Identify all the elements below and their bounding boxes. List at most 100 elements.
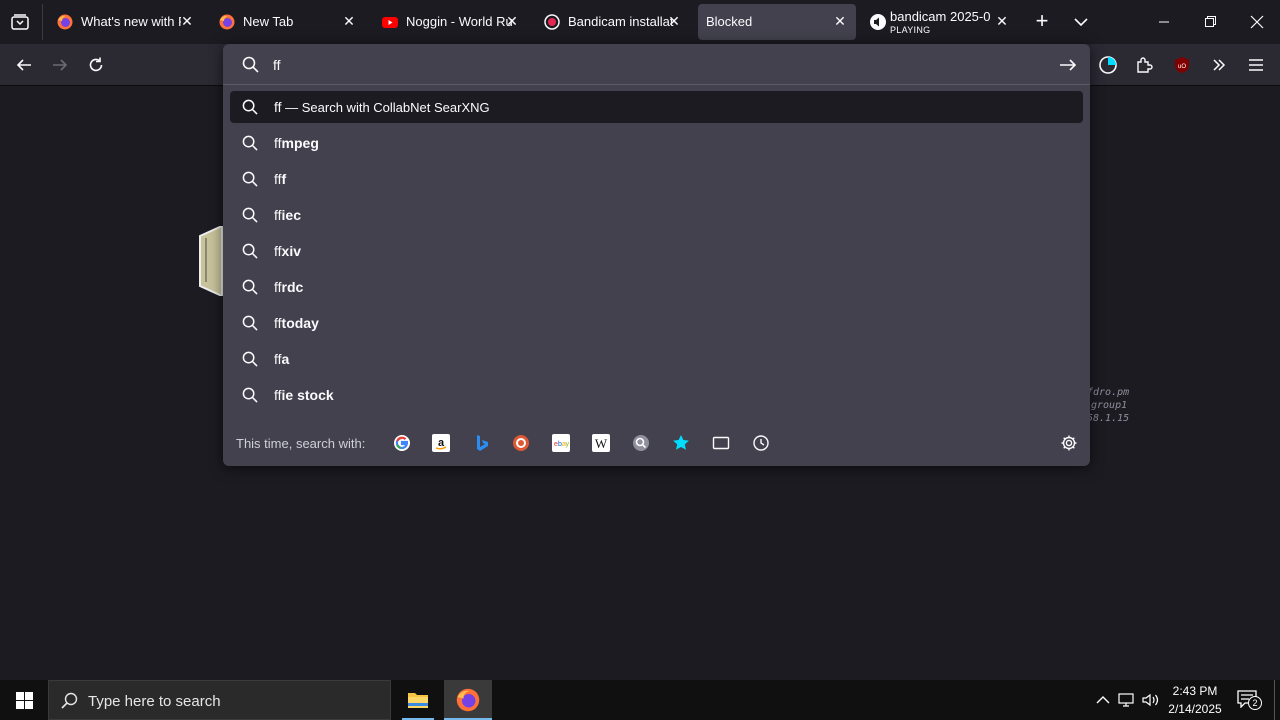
bing-icon[interactable] (471, 433, 491, 453)
search-suggestion-item[interactable]: fff (230, 163, 1083, 195)
search-suggestion-item[interactable]: ffie stock (230, 379, 1083, 411)
suggestion-typed-prefix: ff (274, 243, 282, 259)
volume-button[interactable] (1141, 690, 1161, 710)
tabs-icon[interactable] (711, 433, 731, 453)
tab-bandicam-recording[interactable]: bandicam 2025-02 PLAYING ✕ (860, 4, 1018, 40)
search-icon (242, 243, 258, 259)
close-icon (1250, 15, 1264, 29)
tab-title: bandicam 2025-02 (890, 9, 990, 24)
network-button[interactable] (1117, 690, 1137, 710)
audio-playing-icon[interactable] (870, 14, 886, 30)
go-button[interactable] (1057, 54, 1079, 76)
clock-time[interactable]: 2:43 PM (1166, 684, 1224, 698)
tab-bandicam-installation[interactable]: Bandicam installatio ✕ (532, 4, 690, 40)
folder-icon (408, 693, 428, 708)
tab-whats-new[interactable]: What's new with Fir ✕ (45, 4, 203, 40)
reload-icon (89, 57, 103, 72)
forward-button[interactable] (44, 49, 76, 81)
reload-button[interactable] (80, 49, 112, 81)
svg-text:a: a (438, 437, 445, 449)
restore-button[interactable] (1192, 10, 1228, 34)
taskbar-search-placeholder: Type here to search (88, 693, 221, 710)
search-suggestion-item[interactable]: fftoday (230, 307, 1083, 339)
search-suggestion-item[interactable]: ffxiv (230, 235, 1083, 267)
action-center-button[interactable]: 2 (1236, 688, 1262, 712)
search-engine-suggestion[interactable]: ff — Search with CollabNet SearXNG (230, 91, 1083, 123)
double-chevron-icon (1213, 59, 1226, 71)
tab-divider (42, 4, 43, 40)
extensions-button[interactable] (1128, 49, 1160, 81)
suggestion-completion: xiv (281, 243, 301, 259)
ublock-button[interactable]: uO (1166, 49, 1198, 81)
close-tab-icon[interactable]: ✕ (179, 13, 195, 29)
close-tab-icon[interactable]: ✕ (341, 13, 357, 29)
svg-text:y: y (566, 441, 570, 448)
close-tab-icon[interactable]: ✕ (666, 13, 682, 29)
close-window-button[interactable] (1238, 10, 1274, 34)
show-desktop-button[interactable] (1274, 680, 1280, 720)
history-icon[interactable] (751, 433, 771, 453)
search-suggestion-item[interactable]: ffa (230, 343, 1083, 375)
youtube-icon (382, 17, 398, 28)
suggestion-text: ffie stock (274, 387, 334, 403)
tab-title: Blocked (706, 14, 753, 29)
urlbar-input-row (223, 44, 1090, 85)
ebay-icon[interactable]: ebay (551, 433, 571, 453)
ublock-icon: uO (1175, 57, 1189, 73)
urlbar-input[interactable] (273, 55, 1033, 75)
searxng-icon[interactable] (631, 433, 651, 453)
list-all-tabs-button[interactable] (1070, 11, 1092, 33)
new-tab-button[interactable]: + (1030, 10, 1054, 34)
search-suggestion-item[interactable]: ffmpeg (230, 127, 1083, 159)
suggestion-text: ffa (274, 351, 289, 367)
search-icon (242, 387, 258, 403)
search-suggestion-item[interactable]: ffiec (230, 199, 1083, 231)
wikipedia-icon[interactable]: W (591, 433, 611, 453)
search-settings-button[interactable] (1059, 433, 1079, 453)
tab-blocked[interactable]: Blocked ✕ (698, 4, 856, 40)
bookmarks-icon[interactable] (671, 433, 691, 453)
duckduckgo-icon[interactable] (511, 433, 531, 453)
suggestion-completion: ie stock (281, 387, 334, 403)
app-menu-button[interactable] (1240, 49, 1272, 81)
overflow-menu-button[interactable] (1203, 49, 1235, 81)
search-suggestion-item[interactable]: ffrdc (230, 271, 1083, 303)
clock-date[interactable]: 2/14/2025 (1164, 702, 1226, 716)
search-with-label: This time, search with: (236, 436, 366, 451)
tab-title: Noggin - World Run (406, 14, 512, 29)
file-explorer-button[interactable] (396, 680, 440, 720)
close-tab-icon[interactable]: ✕ (994, 13, 1010, 29)
minimize-button[interactable] (1146, 10, 1182, 34)
search-icon (242, 171, 258, 187)
google-icon[interactable] (392, 433, 412, 453)
taskbar-search-box[interactable]: Type here to search (48, 680, 391, 720)
gear-icon (1061, 435, 1077, 451)
background-code-text: fdro.pm group1 58.1.15 (1087, 386, 1129, 425)
suggestion-completion: iec (281, 207, 301, 223)
blocked-page-illustration (199, 226, 223, 296)
network-icon (1118, 693, 1134, 707)
amazon-icon[interactable]: a (431, 433, 451, 453)
tab-new-tab[interactable]: New Tab ✕ (207, 4, 365, 40)
sync-button[interactable] (1092, 49, 1124, 81)
tab-overview-button[interactable] (6, 8, 34, 36)
suggestion-text: ff — Search with CollabNet SearXNG (274, 99, 490, 115)
tab-subtitle: PLAYING (890, 25, 931, 35)
suggestion-text: ffrdc (274, 279, 303, 295)
tab-title: What's new with Fir (81, 14, 181, 29)
firefox-icon (219, 14, 235, 30)
firefox-view-icon (11, 14, 29, 30)
close-tab-icon[interactable]: ✕ (832, 13, 848, 29)
start-button[interactable] (0, 680, 48, 720)
back-button[interactable] (8, 49, 40, 81)
code-line: fdro.pm (1087, 387, 1130, 398)
chevron-up-icon (1096, 696, 1110, 704)
suggestion-engine-label: — Search with CollabNet SearXNG (281, 100, 490, 115)
search-icon (242, 315, 258, 331)
close-tab-icon[interactable]: ✕ (504, 13, 520, 29)
firefox-taskbar-button[interactable] (444, 680, 492, 720)
show-hidden-icons-button[interactable] (1094, 690, 1112, 710)
tab-noggin[interactable]: Noggin - World Run ✕ (370, 4, 528, 40)
puzzle-icon (1137, 57, 1153, 73)
suggestion-typed-prefix: ff (274, 171, 282, 187)
